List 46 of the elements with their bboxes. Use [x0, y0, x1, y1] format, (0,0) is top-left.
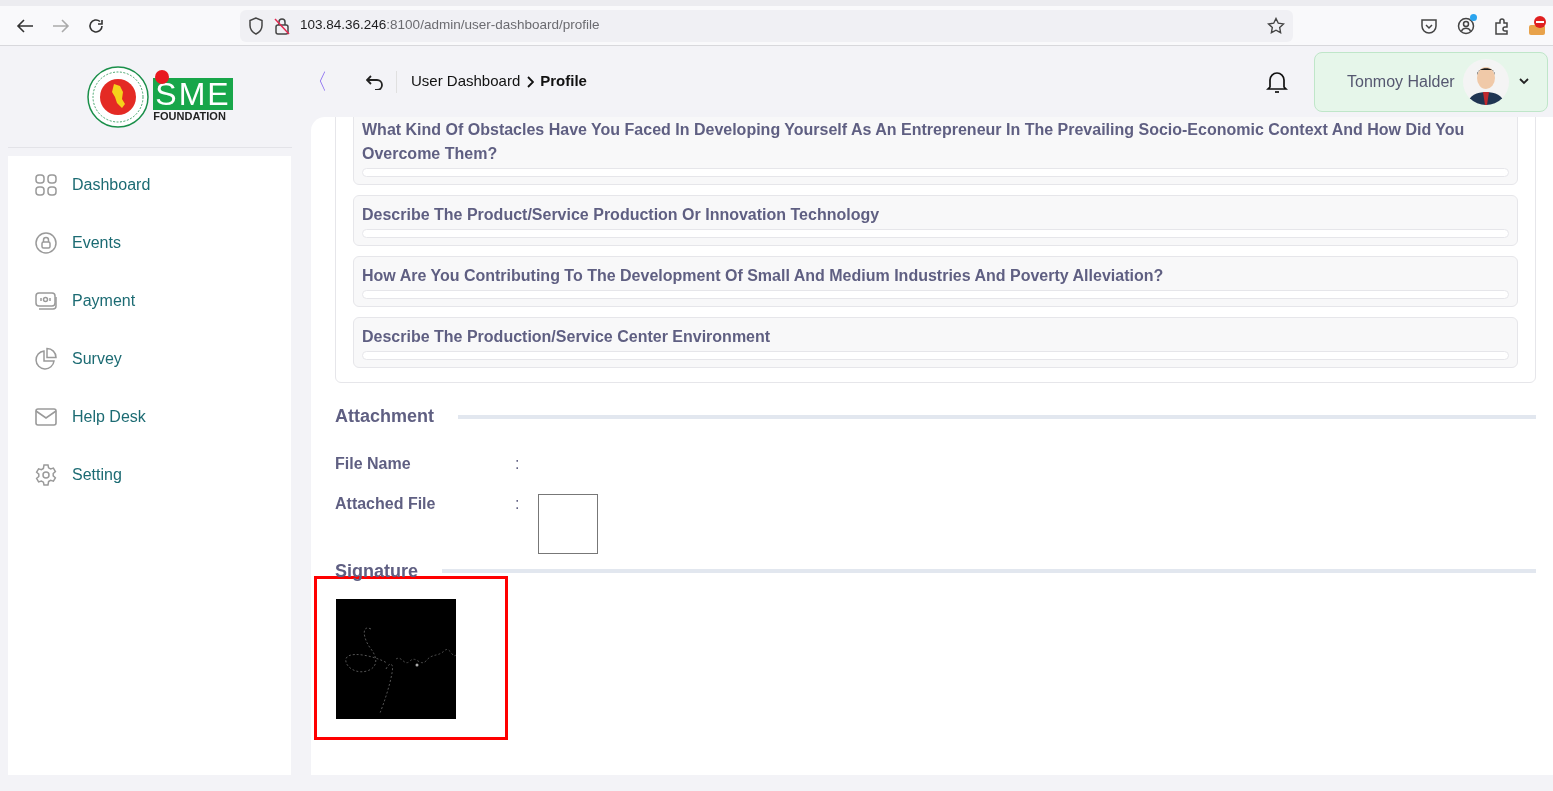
chevron-down-icon[interactable] [1518, 78, 1529, 85]
question-text: How Are You Contributing To The Development Of Small And Medium Industries And Poverty Alleviation? [362, 266, 1165, 286]
url-text: 103.84.36.246:8100/admin/user-dashboard/profile [300, 16, 600, 35]
field-label: File Name [335, 454, 412, 474]
brand-text: SME [153, 78, 233, 110]
sidebar-item[interactable]: Survey [8, 330, 291, 388]
lock-icon [34, 231, 58, 255]
money-icon [34, 289, 58, 313]
field-label: Attached File [335, 494, 437, 514]
emblem-icon [87, 65, 150, 128]
field-separator: : [515, 494, 521, 514]
sidebar-item[interactable]: Help Desk [8, 388, 291, 446]
bell-icon[interactable] [1266, 69, 1288, 94]
sidebar-item[interactable]: Dashboard [8, 156, 291, 214]
sidebar-item[interactable]: Payment [8, 272, 291, 330]
sidebar-item[interactable]: Setting [8, 446, 291, 504]
grid-icon [34, 173, 58, 197]
brand-subtitle: FOUNDATION [153, 110, 226, 123]
field-separator: : [515, 454, 521, 474]
shield-icon [248, 16, 264, 35]
question-text: Describe The Production/Service Center Environment [362, 327, 772, 347]
breadcrumb-link[interactable]: User Dashboard [411, 70, 521, 93]
user-menu[interactable]: Tonmoy Halder [1314, 51, 1548, 112]
mail-icon [34, 405, 58, 429]
reload-icon[interactable] [88, 17, 104, 34]
sidebar-item[interactable]: Events [8, 214, 291, 272]
section-title: Signature [335, 560, 418, 582]
chevron-right-icon [526, 75, 535, 88]
account-icon[interactable] [1457, 16, 1475, 35]
breadcrumb-current: Profile [540, 71, 587, 92]
question-text: Describe The Product/Service Production Or Innovation Technology [362, 205, 881, 225]
star-icon[interactable] [1267, 16, 1285, 35]
puzzle-icon[interactable] [1493, 16, 1511, 35]
undo-icon[interactable] [366, 73, 384, 90]
back-icon[interactable] [16, 17, 34, 34]
pocket-icon[interactable] [1420, 16, 1438, 35]
collapse-button[interactable]: 〈 [306, 70, 328, 93]
pie-chart-icon [34, 347, 58, 371]
extension-icon[interactable] [1528, 14, 1548, 37]
address-bar[interactable]: 103.84.36.246:8100/admin/user-dashboard/profile [240, 9, 1293, 42]
file-preview [538, 494, 598, 554]
question-text: What Kind Of Obstacles Have You Faced In Developing Yourself As An Entrepreneur In The Prevailing Socio-Economic Context And How Did You Overcome Them? [362, 120, 1466, 164]
insecure-lock-icon [274, 16, 290, 35]
user-name: Tonmoy Halder [1347, 71, 1455, 92]
section-title: Attachment [335, 405, 434, 428]
settings-icon [34, 463, 58, 487]
